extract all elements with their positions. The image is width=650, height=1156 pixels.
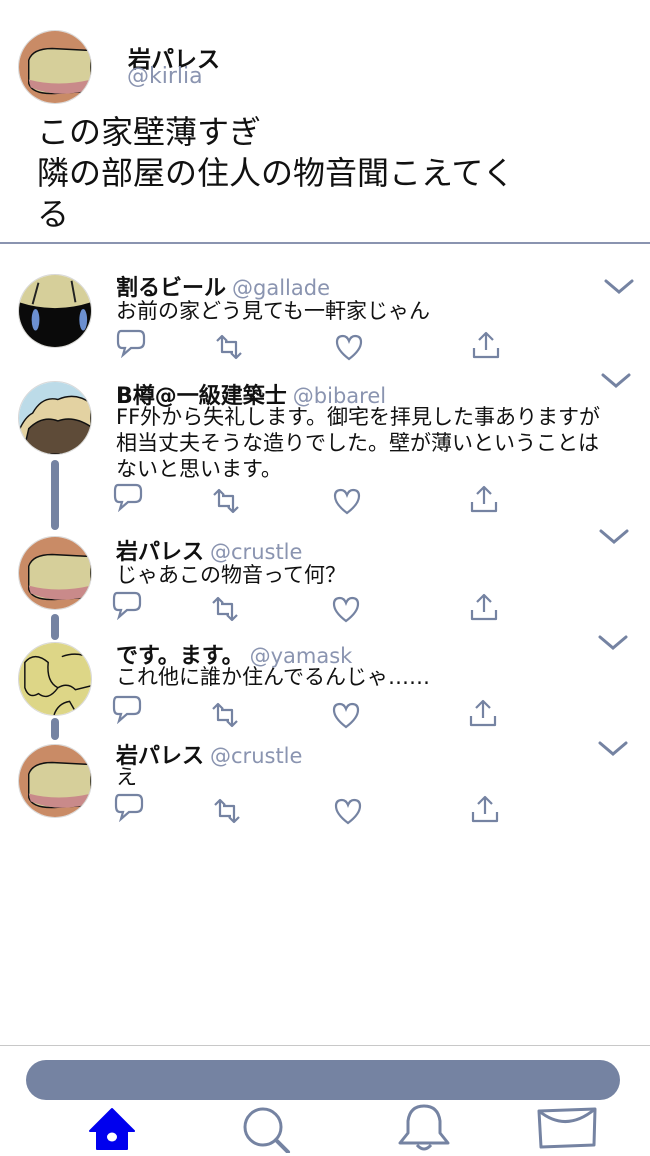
reply-text: お前の家どう見ても一軒家じゃん [116, 299, 430, 323]
reply-handle[interactable]: @gallade [232, 276, 330, 300]
reply-avatar[interactable] [18, 536, 92, 610]
retweet-icon[interactable] [209, 594, 241, 624]
reply-item: 岩パレス @crustle じゃあこの物音って何？ [0, 529, 650, 634]
chevron-down-icon[interactable] [601, 372, 631, 390]
reply-avatar[interactable] [18, 744, 92, 818]
heart-icon[interactable] [330, 700, 362, 730]
heart-icon[interactable] [330, 594, 362, 624]
speech-bubble-icon[interactable] [111, 590, 143, 620]
bell-icon[interactable] [396, 1103, 452, 1153]
chevron-down-icon[interactable] [604, 278, 634, 296]
crustle-avatar [19, 31, 91, 103]
speech-bubble-icon[interactable] [115, 328, 147, 358]
speech-bubble-icon[interactable] [112, 482, 144, 512]
yamask-avatar [19, 643, 91, 715]
tabbar-divider [0, 1045, 650, 1046]
crustle-avatar [19, 537, 91, 609]
author-handle[interactable]: @kirlia [127, 64, 203, 89]
reply-item: 岩パレス @crustle え [0, 738, 650, 838]
gallade-avatar [19, 275, 91, 347]
tweet-divider [0, 242, 650, 244]
speech-bubble-icon[interactable] [113, 792, 145, 822]
reply-avatar[interactable] [18, 274, 92, 348]
heart-icon[interactable] [331, 486, 363, 516]
share-icon[interactable] [468, 592, 500, 622]
reply-handle[interactable]: @crustle [210, 540, 302, 564]
reply-item: です。ます。 @yamask これ他に誰か住んでるんじゃ…… [0, 635, 650, 738]
reply-text: これ他に誰か住んでるんじゃ…… [116, 665, 430, 689]
share-icon[interactable] [467, 698, 499, 728]
tweet-text: この家壁薄すぎ 隣の部屋の住人の物音聞こえてく る [37, 113, 515, 233]
heart-icon[interactable] [333, 332, 365, 362]
crustle-avatar [19, 745, 91, 817]
retweet-icon[interactable] [211, 796, 243, 826]
reply-avatar[interactable] [18, 381, 92, 455]
search-icon[interactable] [238, 1103, 294, 1153]
share-icon[interactable] [470, 330, 502, 360]
reply-text: FF外から失礼します。御宅を拝見した事ありますが相当丈夫そうな造りでした。壁が薄… [116, 405, 601, 481]
retweet-icon[interactable] [209, 700, 241, 730]
chevron-down-icon[interactable] [599, 528, 629, 546]
reply-text: じゃあこの物音って何？ [116, 563, 346, 587]
heart-icon[interactable] [332, 796, 364, 826]
reply-item: 割るビール @gallade お前の家どう見ても一軒家じゃん [0, 270, 650, 370]
chevron-down-icon[interactable] [598, 634, 628, 652]
mail-icon[interactable] [536, 1103, 598, 1153]
reply-compose-bar[interactable] [26, 1060, 620, 1100]
reply-text: え [116, 765, 137, 789]
reply-item: B樽@一級建築士 @bibarel FF外から失礼します。御宅を拝見した事あります… [0, 373, 650, 524]
author-avatar[interactable] [18, 30, 92, 104]
reply-avatar[interactable] [18, 642, 92, 716]
share-icon[interactable] [468, 484, 500, 514]
retweet-icon[interactable] [213, 332, 245, 362]
retweet-icon[interactable] [210, 486, 242, 516]
chevron-down-icon[interactable] [598, 740, 628, 758]
bibarel-avatar [19, 382, 91, 454]
share-icon[interactable] [469, 794, 501, 824]
home-icon[interactable] [84, 1103, 140, 1153]
speech-bubble-icon[interactable] [111, 694, 143, 724]
